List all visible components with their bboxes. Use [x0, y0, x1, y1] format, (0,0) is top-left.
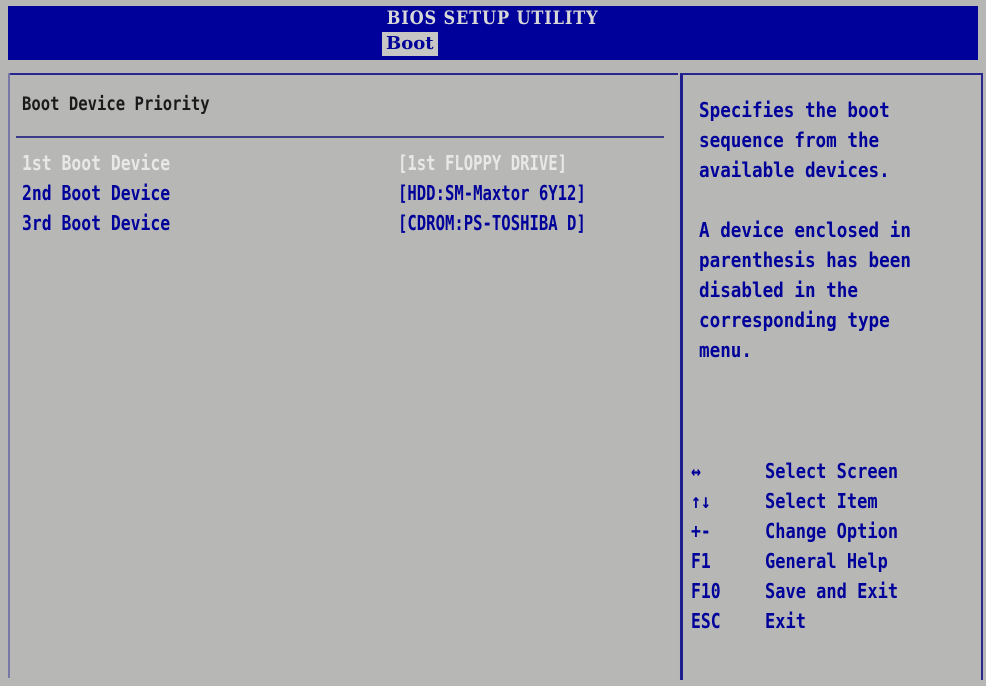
tab-boot[interactable]: Boot — [382, 32, 438, 56]
key-hint-general-help: F1 General Help — [691, 546, 981, 576]
help-description: Specifies the boot sequence from the ava… — [699, 98, 890, 182]
main-panel: Boot Device Priority 1st Boot Device [1s… — [8, 73, 678, 680]
key-desc: Select Screen — [765, 459, 899, 483]
key-label: F1 — [691, 549, 711, 573]
boot-device-row-3[interactable]: 3rd Boot Device [CDROM:PS-TOSHIBA D] — [22, 208, 662, 238]
key-desc: General Help — [765, 549, 888, 573]
up-down-arrow-icon: ↑↓ — [691, 489, 711, 513]
help-note: A device enclosed in parenthesis has bee… — [699, 218, 911, 362]
row-label: 2nd Boot Device — [22, 181, 171, 205]
app-title: BIOS SETUP UTILITY — [387, 7, 599, 29]
key-desc: Save and Exit — [765, 579, 899, 603]
key-desc: Change Option — [765, 519, 899, 543]
key-hint-save-exit: F10 Save and Exit — [691, 576, 981, 606]
row-label: 3rd Boot Device — [22, 211, 171, 235]
help-panel: Specifies the boot sequence from the ava… — [680, 73, 983, 680]
section-title: Boot Device Priority — [22, 93, 210, 115]
bios-screen: BIOS SETUP UTILITY Boot Boot Device Prio… — [0, 0, 986, 686]
key-hint-change-option: +- Change Option — [691, 516, 981, 546]
key-label: ESC — [691, 609, 721, 633]
key-hint-select-screen: ↔ Select Screen — [691, 456, 981, 486]
frame-border — [8, 73, 10, 678]
key-desc: Exit — [765, 609, 806, 633]
key-label: F10 — [691, 579, 721, 603]
section-divider — [16, 136, 664, 138]
boot-device-row-1[interactable]: 1st Boot Device [1st FLOPPY DRIVE] — [22, 148, 662, 178]
key-desc: Select Item — [765, 489, 878, 513]
menu-bar: Boot — [8, 30, 978, 60]
key-hint-select-item: ↑↓ Select Item — [691, 486, 981, 516]
key-hint-exit: ESC Exit — [691, 606, 981, 636]
row-value[interactable]: [CDROM:PS-TOSHIBA D] — [398, 208, 586, 238]
row-label: 1st Boot Device — [22, 151, 171, 175]
row-value[interactable]: [1st FLOPPY DRIVE] — [398, 148, 567, 178]
boot-device-row-2[interactable]: 2nd Boot Device [HDD:SM-Maxtor 6Y12] — [22, 178, 662, 208]
plus-minus-icon: +- — [691, 519, 711, 543]
title-bar: BIOS SETUP UTILITY — [8, 6, 978, 30]
left-right-arrow-icon: ↔ — [691, 459, 701, 483]
row-value[interactable]: [HDD:SM-Maxtor 6Y12] — [398, 178, 586, 208]
